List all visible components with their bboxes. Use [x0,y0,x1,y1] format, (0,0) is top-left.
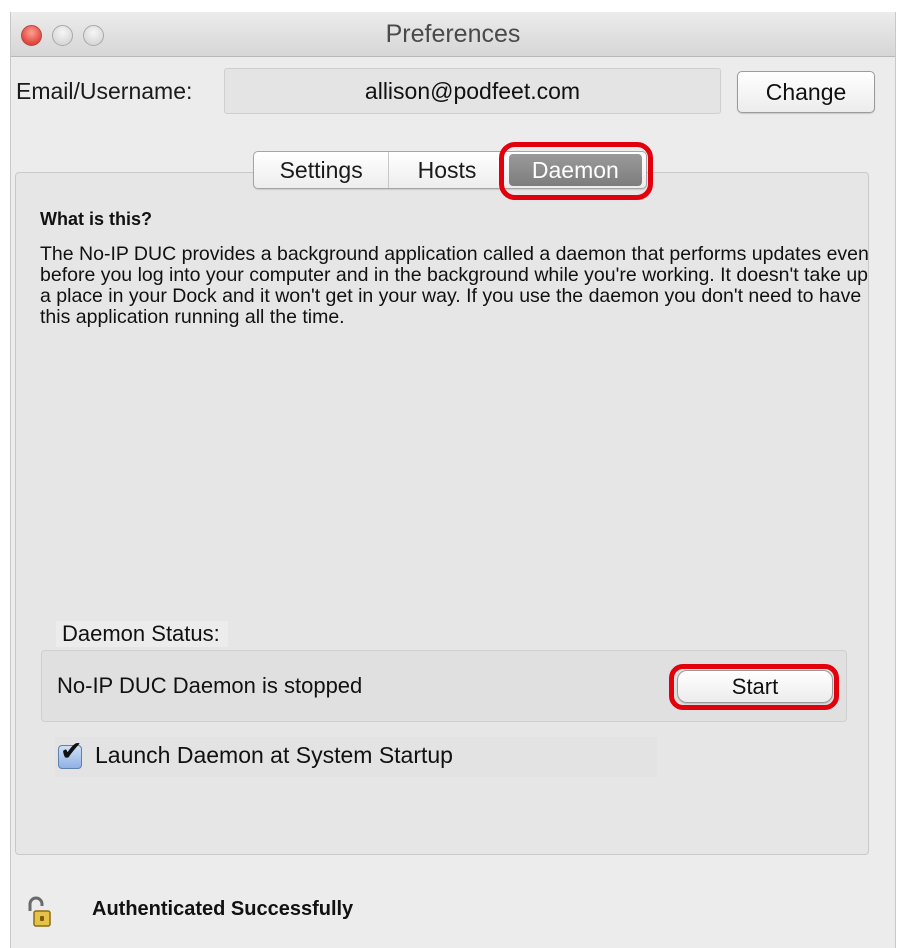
email-label: Email/Username: [16,78,193,104]
window-title: Preferences [385,20,521,48]
tab-settings[interactable]: Settings [254,152,390,188]
what-is-this-heading: What is this? [40,209,152,229]
checkmark-icon: ✔ [60,736,83,766]
email-field: allison@podfeet.com [224,68,721,114]
daemon-status-label: Daemon Status: [56,621,228,647]
daemon-tab-highlight [499,142,653,200]
authentication-status: Authenticated Successfully [92,898,354,920]
change-button[interactable]: Change [737,71,875,113]
launch-at-startup-checkbox[interactable]: ✔ [58,738,83,769]
start-button-highlight [669,664,839,710]
launch-at-startup-label[interactable]: Launch Daemon at System Startup [95,742,453,769]
title-bar: Preferences [11,12,895,57]
tab-hosts[interactable]: Hosts [389,152,504,188]
daemon-description: The No-IP DUC provides a background appl… [40,243,869,328]
daemon-status-text: No-IP DUC Daemon is stopped [57,673,363,698]
lock-icon [28,896,51,927]
